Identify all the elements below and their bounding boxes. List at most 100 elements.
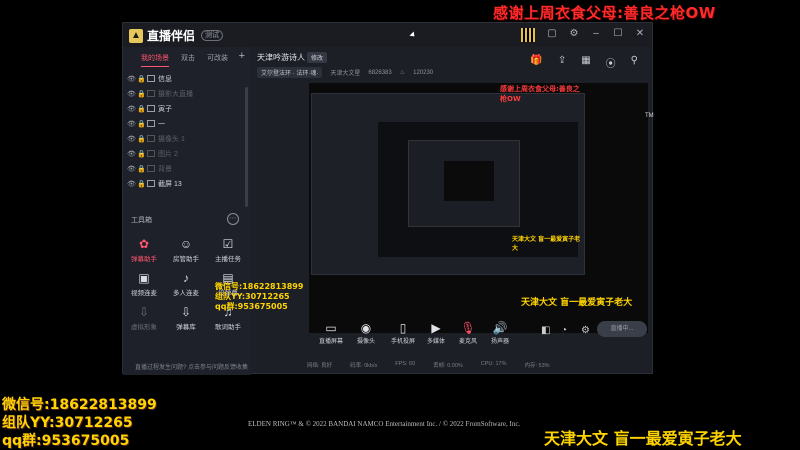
status-bar: 网络: 良好 码率: 0kb/s FPS: 60 丢帧: 0.00% CPU: … [307,361,550,369]
tab-third[interactable]: 可改装 [207,53,228,67]
eye-icon[interactable]: 👁 [127,105,137,113]
scene-item[interactable]: 👁 🔒 一 [123,116,251,131]
tool-label: 主播任务 [215,256,241,263]
speaker-button[interactable]: 🔊 扬声器 [491,321,509,345]
tool-item[interactable]: ♪ 多人连麦 [165,271,207,297]
scene-item[interactable]: 👁 🔒 图片 2 [123,146,251,161]
mic-icon: 🎙 [460,321,476,335]
speaker-icon: 🔊 [492,321,508,335]
scene-label: 摄像头 1 [158,135,185,143]
tool-item[interactable]: ⇩ 弹幕库 [165,305,207,331]
gear-icon: ✿ [138,237,150,251]
app-logo: ▲ 直播伴侣 测试 [129,27,224,44]
scene-label: 信息 [158,75,172,83]
scene-item[interactable]: 👁 🔒 摄像头 1 [123,131,251,146]
source-icon [147,75,155,82]
lock-icon[interactable]: 🔒 [137,150,147,158]
tool-label: 弹幕助手 [131,256,157,263]
eye-icon[interactable]: 👁 [127,120,137,128]
camera-button[interactable]: ◉ 摄像头 [357,321,375,345]
minimize-icon[interactable]: – [590,28,602,39]
eye-icon[interactable]: 👁 [127,75,137,83]
stream-preview[interactable]: 感谢上周衣食父母:善良之枪OW 天津大文 盲一最爱寅子老大 微信号:186228… [215,83,654,333]
logo-icon: ▲ [129,28,143,43]
tool-item[interactable]: ☑ 主播任务 [207,237,249,263]
tab-my-scenes[interactable]: 我的场景 [141,53,169,67]
fire-icon: ♨ [399,70,406,76]
phone-cast-button[interactable]: ▯ 手机投屏 [391,321,415,345]
lock-icon[interactable]: 🔒 [137,105,147,113]
lock-icon[interactable]: 🔒 [137,75,147,83]
scene-list: 👁 🔒 信息 👁 🔒 摄影大直播 👁 🔒 寅子 👁 🔒 一 👁 🔒 摄像头 1 👁 🔒 图片 2 👁 🔒 背… [123,71,251,191]
lock-icon[interactable]: 🔒 [137,120,147,128]
scene-item[interactable]: 👁 🔒 信息 [123,71,251,86]
screen-capture-button[interactable]: ▭ 直播屏幕 [319,321,343,345]
button-label: 麦克风 [459,339,478,345]
source-icon [147,150,155,157]
game-tag[interactable]: 艾尔登法环 · 法环·魂· [257,67,323,78]
start-live-button[interactable]: 直播中... [597,321,647,337]
scene-item[interactable]: 👁 🔒 截屏 13 [123,176,251,191]
mini-contact-3: qq群:953675005 [215,302,288,311]
share-icon[interactable]: ⇪ [558,55,566,70]
button-label: 手机投屏 [391,339,416,345]
eye-icon[interactable]: 👁 [127,150,137,158]
button-label: 直播屏幕 [319,339,344,345]
eye-icon[interactable]: 👁 [127,90,137,98]
tool-label: 房管助手 [173,256,199,263]
close-icon[interactable]: ✕ [634,28,646,39]
status-item: CPU: 17% [480,361,507,367]
eye-icon[interactable]: 👁 [127,165,137,173]
game-credit: ELDEN RING™ & © 2022 BANDAI NAMCO Entert… [248,420,521,428]
scene-item[interactable]: 👁 🔒 背景 [123,161,251,176]
screenshot-icon[interactable]: ▦ [581,55,590,70]
layout-icon[interactable]: ▢ [546,28,558,39]
category-text: 天津大文星 [330,71,361,77]
scene-label: 背景 [158,165,172,173]
gift-icon[interactable]: 🎁 [530,55,542,70]
scene-item[interactable]: 👁 🔒 摄影大直播 [123,86,251,101]
window-controls: ▢ ⚙ – ☐ ✕ [546,28,646,39]
tool-label: 弹幕库 [176,324,196,331]
preview-bottom-banner: 天津大文 盲一最爱寅子老大 [521,298,633,308]
download-icon: ⇩ [180,305,192,319]
eye-icon[interactable]: 👁 [127,135,137,143]
lock-icon[interactable]: 🔒 [137,90,147,98]
source-icon [147,135,155,142]
feedback-notice[interactable]: 直播过程发生问题? 点击参与问题反馈收集 [135,362,248,371]
lock-icon[interactable]: 🔒 [137,165,147,173]
more-icon[interactable]: ⋯ [227,213,239,225]
lock-icon[interactable]: 🔒 [137,135,147,143]
settings-icon[interactable]: ⚙ [581,325,590,336]
tab-second[interactable]: 双击 [181,53,195,67]
add-scene-icon[interactable]: + [239,50,245,62]
bottom-toolbar: ▭ 直播屏幕 ◉ 摄像头 ▯ 手机投屏 ▶ 多媒体 🎙 麦克风 🔊 扬声器 ◧ ◔ ⚙ [309,315,648,355]
button-label: 多媒体 [427,339,446,345]
maximize-icon[interactable]: ☐ [612,28,624,39]
media-button[interactable]: ▶ 多媒体 [427,321,445,345]
microphone-button[interactable]: 🎙 麦克风 [459,321,477,345]
video-icon[interactable]: ◧ [541,325,550,336]
qr-icon[interactable] [521,28,535,42]
tool-item[interactable]: ✿ 弹幕助手 [123,237,165,263]
link-icon[interactable]: ⚲ [631,55,638,70]
nested-preview-core [444,161,494,201]
mic-icon: ♪ [183,271,189,285]
eye-icon[interactable]: 👁 [127,180,137,188]
lock-icon[interactable]: 🔒 [137,180,147,188]
tool-item[interactable]: ⇩ 虚拟形象 [123,305,165,331]
tm-mark: TM [645,113,654,119]
scene-item[interactable]: 👁 🔒 寅子 [123,101,251,116]
source-icon [147,165,155,172]
edit-title-button[interactable]: 修改 [307,52,328,63]
record-icon[interactable]: ⦿ [606,55,616,70]
button-label: 扬声器 [491,339,510,345]
source-icon [147,180,155,187]
settings-icon[interactable]: ⚙ [568,28,580,39]
tool-item[interactable]: ☺ 房管助手 [165,237,207,263]
timer-icon[interactable]: ◔ [561,325,567,336]
tool-item[interactable]: ▣ 视频连麦 [123,271,165,297]
scene-scrollbar[interactable] [245,87,248,207]
scene-label: 一 [158,120,165,128]
scene-tabs: 我的场景 双击 可改装 + [123,47,251,67]
